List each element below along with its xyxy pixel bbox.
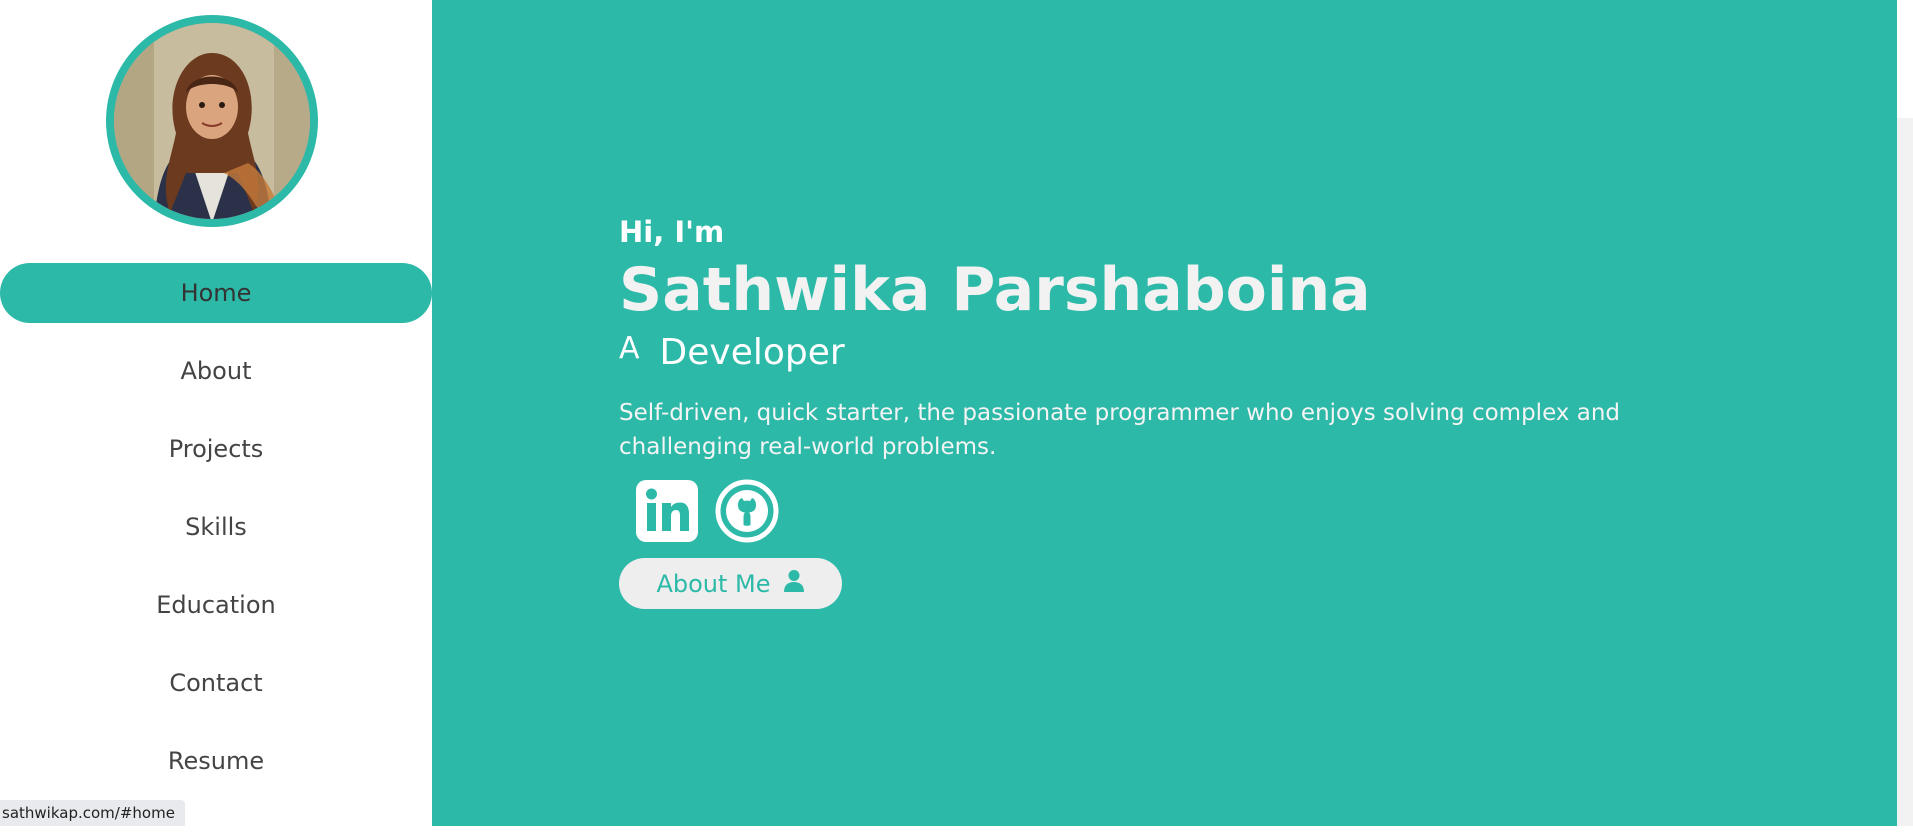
sidebar-nav: Home About Projects Skills Education Con… bbox=[0, 263, 432, 809]
hero-content: Hi, I'm Sathwika Parshaboina A Developer… bbox=[619, 212, 1769, 609]
nav-item-education[interactable]: Education bbox=[0, 575, 432, 635]
page-scrollbar[interactable] bbox=[1897, 118, 1913, 826]
bottom-strip bbox=[0, 826, 1913, 834]
social-links bbox=[635, 478, 1769, 544]
hero-role-prefix: A bbox=[619, 331, 640, 366]
hero-role: Developer bbox=[659, 332, 845, 373]
nav-item-projects[interactable]: Projects bbox=[0, 419, 432, 479]
profile-photo bbox=[114, 23, 310, 219]
nav-item-resume[interactable]: Resume bbox=[0, 731, 432, 791]
status-bar-url: sathwikap.com/#home bbox=[0, 800, 185, 826]
hero-tagline: Self-driven, quick starter, the passiona… bbox=[619, 400, 1621, 460]
nav-item-home[interactable]: Home bbox=[0, 263, 432, 323]
nav-item-about[interactable]: About bbox=[0, 341, 432, 401]
avatar bbox=[106, 15, 318, 227]
linkedin-icon[interactable] bbox=[635, 479, 699, 543]
sidebar: Home About Projects Skills Education Con… bbox=[0, 0, 432, 834]
nav-item-contact[interactable]: Contact bbox=[0, 653, 432, 713]
hero-name: Sathwika Parshaboina bbox=[619, 255, 1371, 325]
nav-item-skills[interactable]: Skills bbox=[0, 497, 432, 557]
about-me-label: About Me bbox=[656, 569, 771, 598]
user-icon bbox=[783, 569, 805, 599]
about-me-button[interactable]: About Me bbox=[619, 558, 842, 609]
page: Home About Projects Skills Education Con… bbox=[0, 0, 1913, 834]
profile-photo-illustration bbox=[114, 23, 310, 219]
hero-role-line: A Developer bbox=[619, 331, 1769, 378]
github-icon[interactable] bbox=[715, 479, 779, 543]
hero-greeting: Hi, I'm bbox=[619, 215, 725, 249]
